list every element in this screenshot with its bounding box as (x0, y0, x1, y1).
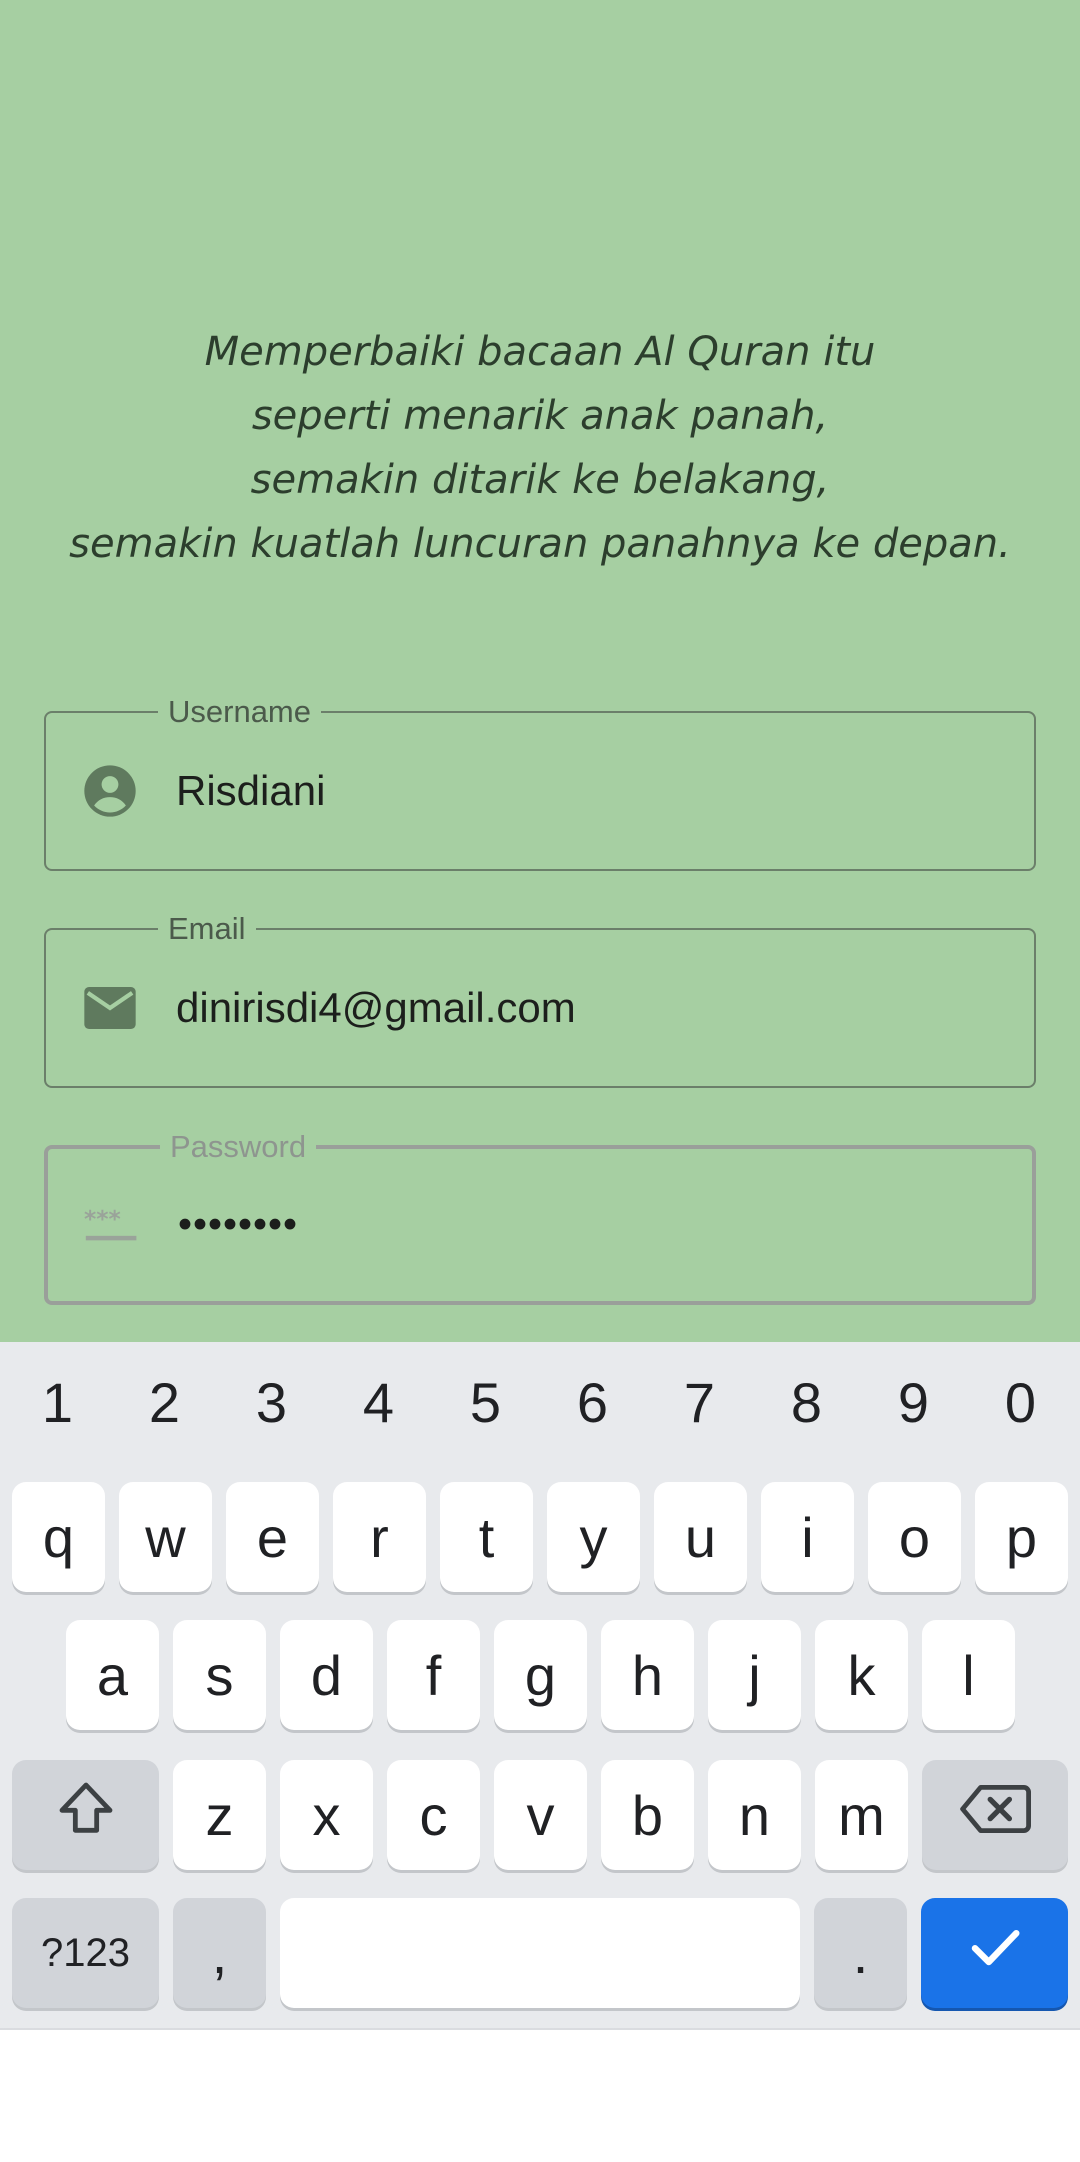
quote-line-3: semakin ditarik ke belakang, (250, 457, 830, 503)
key-u[interactable]: u (654, 1482, 747, 1592)
email-input[interactable]: dinirisdi4@gmail.com (176, 984, 576, 1032)
email-label: Email (158, 910, 256, 948)
key-e[interactable]: e (226, 1482, 319, 1592)
key-2[interactable]: 2 (111, 1370, 218, 1435)
key-g[interactable]: g (494, 1620, 587, 1730)
key-n[interactable]: n (708, 1760, 801, 1870)
key-r[interactable]: r (333, 1482, 426, 1592)
key-5[interactable]: 5 (432, 1370, 539, 1435)
key-f[interactable]: f (387, 1620, 480, 1730)
key-s[interactable]: s (173, 1620, 266, 1730)
key-k[interactable]: k (815, 1620, 908, 1730)
key-x[interactable]: x (280, 1760, 373, 1870)
soft-keyboard: 1 2 3 4 5 6 7 8 9 0 q w e r t y u i o p … (0, 1342, 1080, 2028)
key-w[interactable]: w (119, 1482, 212, 1592)
password-input[interactable]: •••••••• (178, 1203, 298, 1248)
email-field[interactable]: Email dinirisdi4@gmail.com (44, 910, 1036, 1088)
key-8[interactable]: 8 (753, 1370, 860, 1435)
key-y[interactable]: y (547, 1482, 640, 1592)
key-c[interactable]: c (387, 1760, 480, 1870)
username-label: Username (158, 693, 321, 731)
shift-icon (54, 1777, 118, 1854)
key-l[interactable]: l (922, 1620, 1015, 1730)
password-label: Password (160, 1128, 317, 1166)
check-icon (965, 1917, 1025, 1990)
key-t[interactable]: t (440, 1482, 533, 1592)
key-7[interactable]: 7 (646, 1370, 753, 1435)
backspace-icon (959, 1781, 1031, 1850)
key-6[interactable]: 6 (539, 1370, 646, 1435)
backspace-key[interactable] (922, 1760, 1068, 1870)
key-z[interactable]: z (173, 1760, 266, 1870)
key-3[interactable]: 3 (218, 1370, 325, 1435)
period-key[interactable]: . (814, 1898, 907, 2008)
key-o[interactable]: o (868, 1482, 961, 1592)
quote-text: Memperbaiki bacaan Al Quran itu seperti … (0, 320, 1080, 576)
login-screen: Memperbaiki bacaan Al Quran itu seperti … (0, 0, 1080, 1342)
quote-line-2: seperti menarik anak panah, (251, 393, 829, 439)
key-i[interactable]: i (761, 1482, 854, 1592)
username-input[interactable]: Risdiani (176, 767, 325, 815)
key-1[interactable]: 1 (4, 1370, 111, 1435)
svg-text:***: *** (84, 1205, 121, 1233)
key-0[interactable]: 0 (967, 1370, 1074, 1435)
comma-key[interactable]: , (173, 1898, 266, 2008)
key-v[interactable]: v (494, 1760, 587, 1870)
navigation-bar-area (0, 2028, 1080, 2162)
key-9[interactable]: 9 (860, 1370, 967, 1435)
quote-line-4: semakin kuatlah luncuran panahnya ke dep… (69, 521, 1011, 567)
account-circle-icon (82, 763, 138, 819)
shift-key[interactable] (12, 1760, 159, 1870)
number-row: 1 2 3 4 5 6 7 8 9 0 (0, 1370, 1080, 1440)
key-4[interactable]: 4 (325, 1370, 432, 1435)
key-q[interactable]: q (12, 1482, 105, 1592)
key-d[interactable]: d (280, 1620, 373, 1730)
key-b[interactable]: b (601, 1760, 694, 1870)
enter-key[interactable] (921, 1898, 1068, 2008)
space-key[interactable] (280, 1898, 800, 2008)
password-icon: *** (84, 1197, 140, 1253)
key-m[interactable]: m (815, 1760, 908, 1870)
key-p[interactable]: p (975, 1482, 1068, 1592)
password-field[interactable]: Password *** •••••••• (44, 1128, 1036, 1305)
symbols-key[interactable]: ?123 (12, 1898, 159, 2008)
username-field[interactable]: Username Risdiani (44, 693, 1036, 871)
key-a[interactable]: a (66, 1620, 159, 1730)
quote-line-1: Memperbaiki bacaan Al Quran itu (204, 329, 876, 375)
mail-icon (82, 980, 138, 1036)
key-j[interactable]: j (708, 1620, 801, 1730)
key-h[interactable]: h (601, 1620, 694, 1730)
